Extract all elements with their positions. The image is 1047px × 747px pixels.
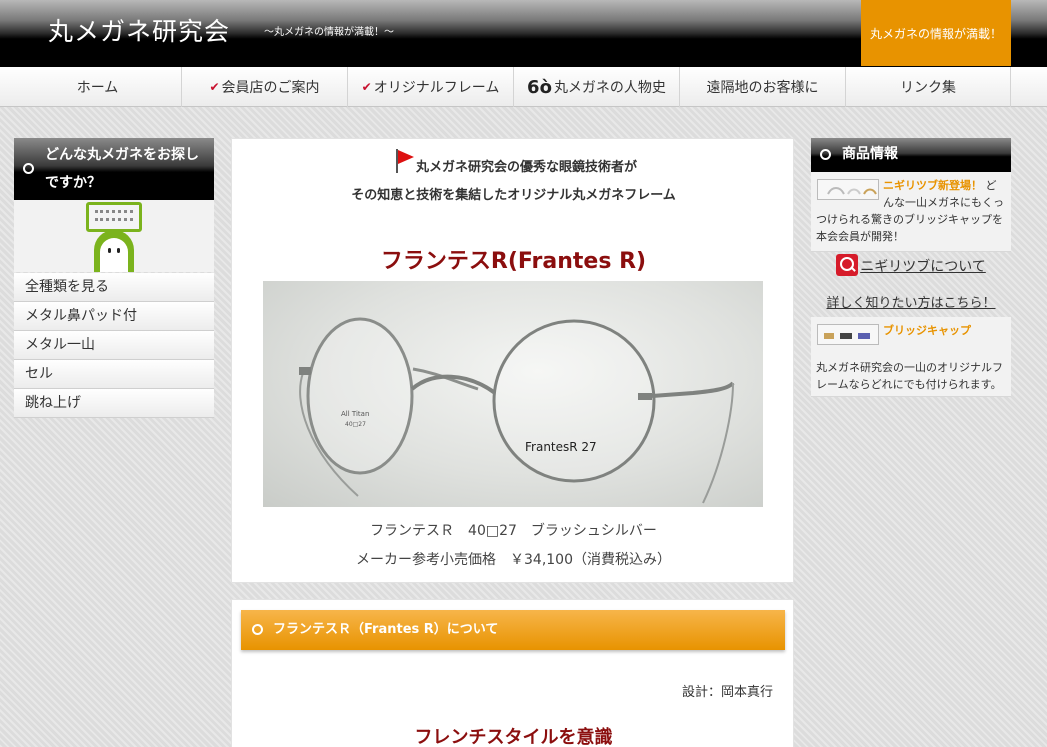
intro-text: 丸メガネ研究会の優秀な眼鏡技術者が その知恵と技術を集結したオリジナル丸メガネフ… [232,149,795,210]
glasses-icon: 6ò [527,76,552,98]
nav-item-history[interactable]: 6ò 丸メガネの人物史 [513,67,679,107]
product-price-caption: メーカー参考小売価格 ￥34,100（消費税込み） [356,552,671,568]
nav-item-label: 遠隔地のお客様に [706,80,819,96]
left-menu-item-flip-up[interactable]: 跳ね上げ [14,389,214,418]
search-icon [836,254,859,276]
photo-material-text: All Titan [341,410,369,418]
right-sidebar-heading: 商品情報 [811,138,1011,172]
intro-line-1: 丸メガネ研究会の優秀な眼鏡技術者が [415,160,637,175]
left-menu-item-metal-bridge[interactable]: メタル一山 [14,331,214,360]
checkmark-icon: ✔ [209,80,220,94]
product-photo: All Titan 40□27 FrantesR 27 [263,281,763,507]
product-spec-caption: フランテスＲ 40□27 ブラッシュシルバー [370,523,657,539]
mascot-illustration [14,200,214,272]
nav-item-label: 丸メガネの人物史 [553,80,666,96]
flag-icon [390,149,416,173]
news-title: ブリッジキャップ [883,324,971,337]
site-tagline: ～丸メガネの情報が満載！～ [264,27,394,38]
about-heading-text: フランテスＲ（Frantes R）について [273,622,499,637]
section-title: フレンチスタイルを意識 [414,727,613,747]
circle-bullet-icon [252,624,263,635]
nav-item-remote-customers[interactable]: 遠隔地のお客様に [679,67,845,107]
intro-line-2: その知恵と技術を集結したオリジナル丸メガネフレーム [351,188,676,203]
mascot-face [94,230,134,272]
about-panel: フランテスＲ（Frantes R）について 設計：岡本真行 フレンチスタイルを意… [231,599,794,747]
nigiritsubu-info-link[interactable]: ニギリツブについて [811,254,1011,278]
left-sidebar-title: どんな丸メガネをお探しですか？ [45,147,199,191]
circle-bullet-icon [820,149,831,160]
details-link[interactable]: 詳しく知りたい方はこちら！ [811,292,1011,311]
left-menu-item-metal-nosepad[interactable]: メタル鼻パッド付 [14,302,214,331]
news-card-bridge-cap[interactable]: ブリッジキャップ 丸メガネ研究会の一山のオリジナルフレームならどれにでも付けられ… [811,317,1011,397]
nav-item-original-frames[interactable]: ✔ オリジナルフレーム [347,67,513,107]
news-body: 丸メガネ研究会の一山のオリジナルフレームならどれにでも付けられます。 [816,361,1003,391]
nav-item-member-stores[interactable]: ✔ 会員店のご案内 [181,67,347,107]
nav-item-label: オリジナルフレーム [373,80,500,96]
news-card-nigiritsubu[interactable]: ニギリツブ新登場！ どんな一山メガネにもくっつけられる驚きのブリッジキャップを本… [811,172,1011,252]
product-panel: 丸メガネ研究会の優秀な眼鏡技術者が その知恵と技術を集結したオリジナル丸メガネフ… [231,138,794,583]
photo-size-text: 40□27 [345,421,366,428]
circle-bullet-icon [23,163,34,174]
right-sidebar-title: 商品情報 [842,146,898,162]
nav-item-label: リンク集 [900,80,956,96]
left-menu-item-all[interactable]: 全種類を見る [14,273,214,302]
nav-item-label: ホーム [76,80,119,96]
left-menu: 全種類を見る メタル鼻パッド付 メタル一山 セル 跳ね上げ [14,273,214,418]
left-menu-item-cell[interactable]: セル [14,360,214,389]
designer-credit: 設計：岡本真行 [681,685,773,700]
header-badge: 丸メガネの情報が満載！ [861,0,1011,66]
news-title: ニギリツブ新登場！ [883,179,982,192]
checkmark-icon: ✔ [361,80,372,94]
site-title[interactable]: 丸メガネ研究会 [48,12,230,48]
link-label: ニギリツブについて [860,259,986,275]
round-glasses-image: All Titan 40□27 FrantesR 27 [299,317,735,504]
left-sidebar-heading: どんな丸メガネをお探しですか？ [14,138,214,200]
mascot-sign [86,202,142,232]
product-thumbnail [817,179,879,200]
main-nav: ホーム ✔ 会員店のご案内 ✔ オリジナルフレーム 6ò 丸メガネの人物史 遠隔… [0,67,1047,107]
nav-item-home[interactable]: ホーム [14,67,181,107]
site-header: 丸メガネ研究会 ～丸メガネの情報が満載！～ 丸メガネの情報が満載！ [0,0,1047,67]
product-title: フランテスR(Frantes R) [380,249,647,274]
about-heading: フランテスＲ（Frantes R）について [241,610,785,650]
photo-model-text: FrantesR 27 [525,440,597,454]
product-thumbnail [817,324,879,345]
nav-item-label: 会員店のご案内 [221,80,320,96]
nav-item-links[interactable]: リンク集 [845,67,1011,107]
